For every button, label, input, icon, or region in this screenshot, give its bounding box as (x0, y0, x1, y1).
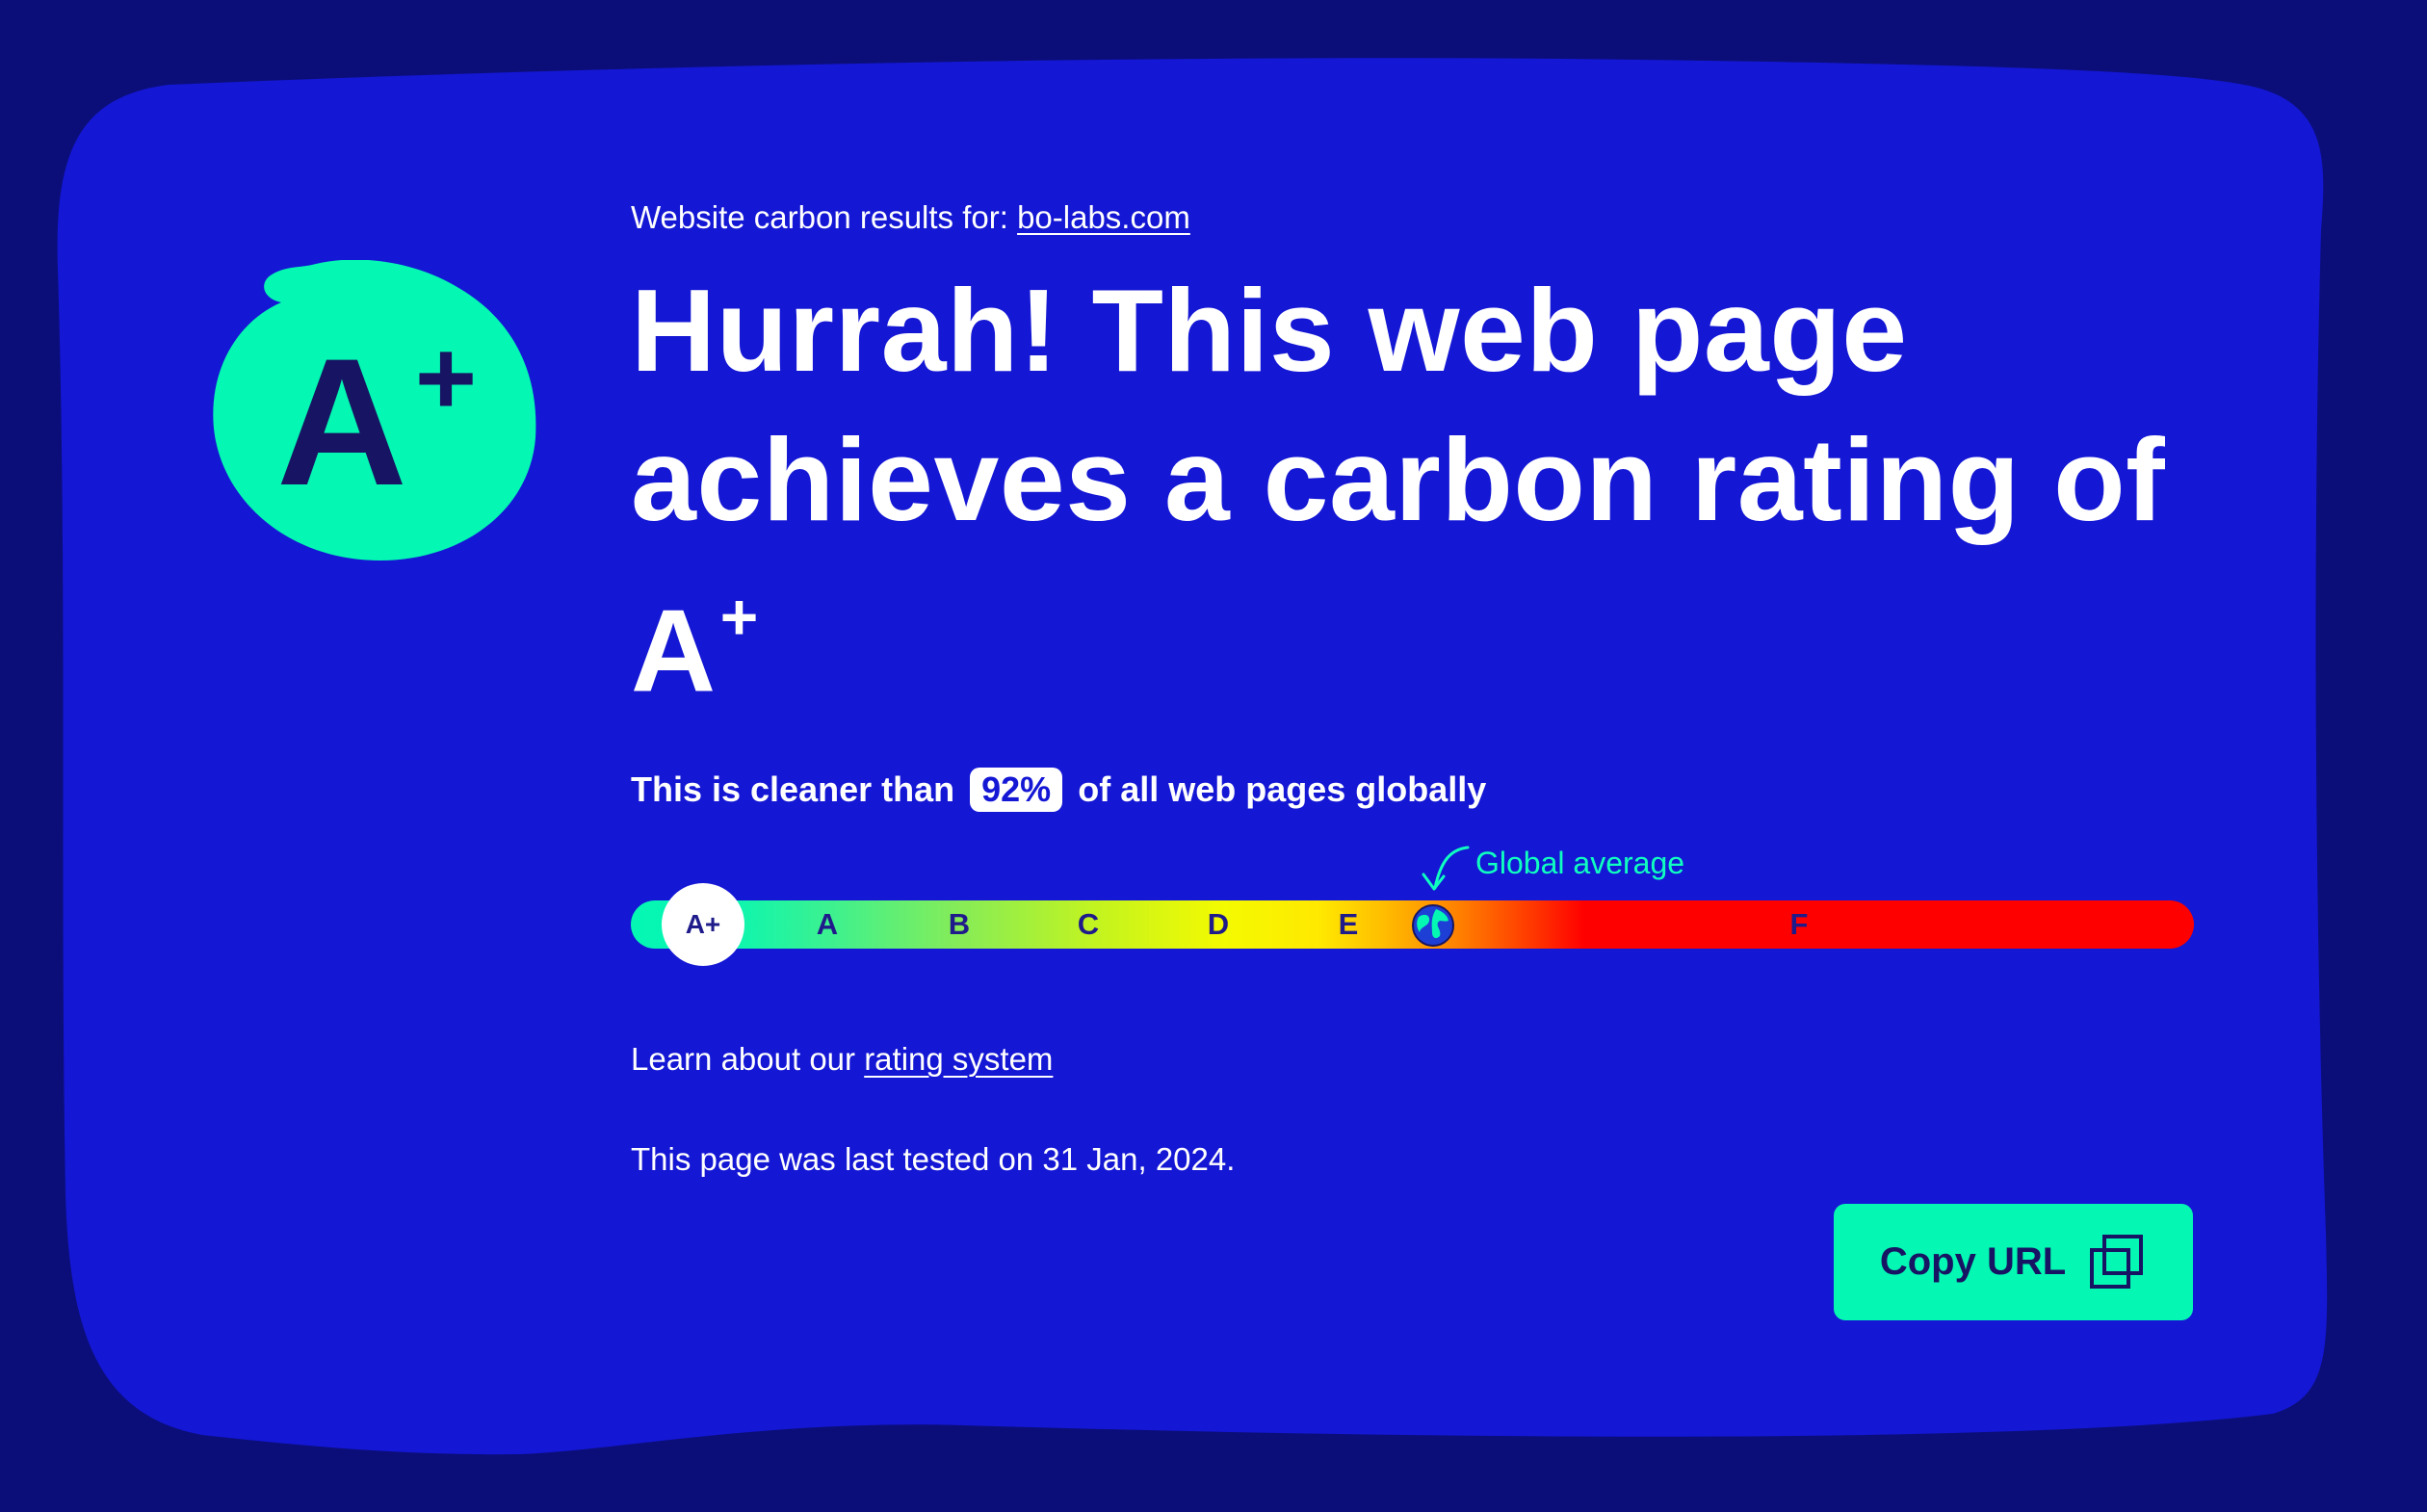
arrow-icon (1422, 846, 1470, 891)
grade-badge: A + (213, 260, 536, 560)
grade-label-a: A (816, 906, 839, 941)
cleaner-prefix: This is cleaner than (631, 769, 955, 809)
copy-url-label: Copy URL (1879, 1240, 2067, 1283)
badge-letter: A (276, 321, 407, 523)
learn-line: Learn about our rating system (631, 1035, 2196, 1083)
current-rating-marker: A+ (662, 882, 744, 966)
page-title: Hurrah! This web page achieves a carbon … (631, 256, 2196, 726)
results-prefix: Website carbon results for: (631, 199, 1008, 235)
results-for-line: Website carbon results for: bo-labs.com (631, 189, 2196, 247)
copy-icon (2090, 1234, 2144, 1289)
cleaner-suffix: of all web pages globally (1078, 769, 1487, 809)
site-link[interactable]: bo-labs.com (1017, 199, 1190, 235)
rating-system-link[interactable]: rating system (864, 1041, 1053, 1077)
grade-label-f: F (1789, 906, 1809, 941)
page: A + Website carbon results for: bo-labs.… (0, 0, 2427, 1512)
badge-modifier: + (415, 319, 477, 437)
headline-grade: A (631, 585, 717, 717)
result-content: Website carbon results for: bo-labs.com … (631, 189, 2196, 1184)
percent-badge: 92% (970, 767, 1063, 812)
grade-label-e: E (1338, 906, 1359, 941)
headline-text: Hurrah! This web page achieves a carbon … (631, 265, 2166, 545)
cleaner-than-line: This is cleaner than 92% of all web page… (631, 765, 2196, 815)
globe-icon (1412, 903, 1454, 947)
grade-label-d: D (1207, 906, 1230, 941)
headline-grade-modifier: + (719, 581, 759, 654)
grade-label-c: C (1077, 906, 1100, 941)
learn-prefix: Learn about our (631, 1040, 856, 1077)
global-average-label: Global average (1475, 845, 1685, 880)
copy-url-button[interactable]: Copy URL (1834, 1204, 2193, 1320)
last-tested-text: This page was last tested on 31 Jan, 202… (631, 1140, 1236, 1177)
rating-scale: Global average A B C D E F A+ (631, 838, 2196, 966)
grade-label-b: B (948, 906, 971, 941)
